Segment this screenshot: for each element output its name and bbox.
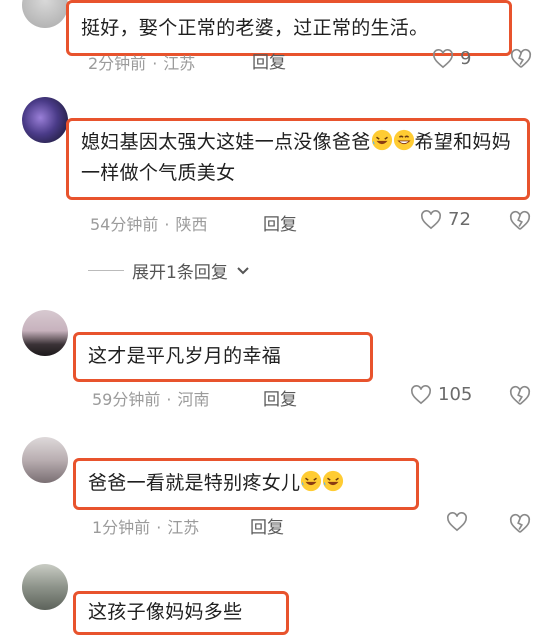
- reply-button[interactable]: 回复: [252, 48, 286, 73]
- chevron-down-icon: [237, 266, 249, 274]
- laughing-tears-emoji: [371, 129, 392, 151]
- comment-location: 陕西: [175, 215, 208, 234]
- heart-outline-icon: [411, 384, 431, 404]
- expand-replies-button[interactable]: 展开1条回复: [88, 258, 250, 283]
- comment-text-box: 媳妇基因太强大这娃一点没像爸爸 希望和妈妈一样做个气质美女: [66, 118, 530, 200]
- heart-outline-icon: [421, 209, 441, 229]
- like-button[interactable]: [446, 512, 468, 532]
- like-button[interactable]: 9: [432, 48, 471, 69]
- comment-location: 河南: [177, 390, 210, 409]
- like-count: 9: [460, 48, 472, 69]
- comment-time: 2分钟前: [88, 54, 147, 73]
- comment-text-box: 这孩子像妈妈多些: [73, 591, 289, 635]
- avatar[interactable]: [22, 564, 68, 610]
- like-count: 105: [438, 384, 473, 405]
- comment-meta: 59分钟前 · 河南: [92, 390, 210, 409]
- like-count: 72: [448, 209, 471, 230]
- broken-heart-icon[interactable]: [510, 48, 532, 70]
- comment-time: 54分钟前: [90, 215, 159, 234]
- avatar[interactable]: [22, 97, 68, 143]
- like-button[interactable]: 72: [420, 209, 471, 230]
- reply-button[interactable]: 回复: [250, 513, 284, 538]
- comment-location: 江苏: [163, 54, 196, 73]
- comment-text-box: 这才是平凡岁月的幸福: [73, 332, 373, 382]
- broken-heart-icon[interactable]: [509, 513, 531, 535]
- comment-text-box: 爸爸一看就是特别疼女儿: [73, 458, 419, 510]
- comment-text: 这才是平凡岁月的幸福: [88, 345, 282, 367]
- comment-time: 59分钟前: [92, 390, 161, 409]
- comment-meta: 1分钟前 · 江苏: [92, 518, 200, 537]
- heart-outline-icon: [433, 48, 453, 68]
- comment-text: 这孩子像妈妈多些: [88, 601, 243, 623]
- reply-button[interactable]: 回复: [263, 210, 297, 235]
- avatar[interactable]: [22, 310, 68, 356]
- reply-button[interactable]: 回复: [263, 385, 297, 410]
- avatar[interactable]: [22, 437, 68, 483]
- heart-outline-icon: [447, 512, 467, 532]
- comment-meta: 54分钟前 · 陕西: [90, 215, 208, 234]
- avatar[interactable]: [22, 0, 68, 28]
- comment-location: 江苏: [167, 518, 200, 537]
- comment-text: 挺好，娶个正常的老婆，过正常的生活。: [81, 17, 429, 39]
- laughing-tears-emoji: [301, 470, 322, 492]
- comment-meta: 2分钟前 · 江苏: [88, 54, 196, 73]
- like-button[interactable]: 105: [410, 384, 472, 405]
- laughing-tears-emoji: [323, 470, 344, 492]
- broken-heart-icon[interactable]: [509, 385, 531, 407]
- broken-heart-icon[interactable]: [509, 210, 531, 232]
- comment-time: 1分钟前: [92, 518, 151, 537]
- comment-text-line1: 媳妇基因太强大这娃一点没像爸爸: [81, 131, 371, 153]
- grinning-emoji: [393, 129, 414, 151]
- expand-replies-label: 展开1条回复: [132, 263, 228, 283]
- divider-line: [88, 270, 124, 271]
- comment-text: 爸爸一看就是特别疼女儿: [88, 472, 301, 494]
